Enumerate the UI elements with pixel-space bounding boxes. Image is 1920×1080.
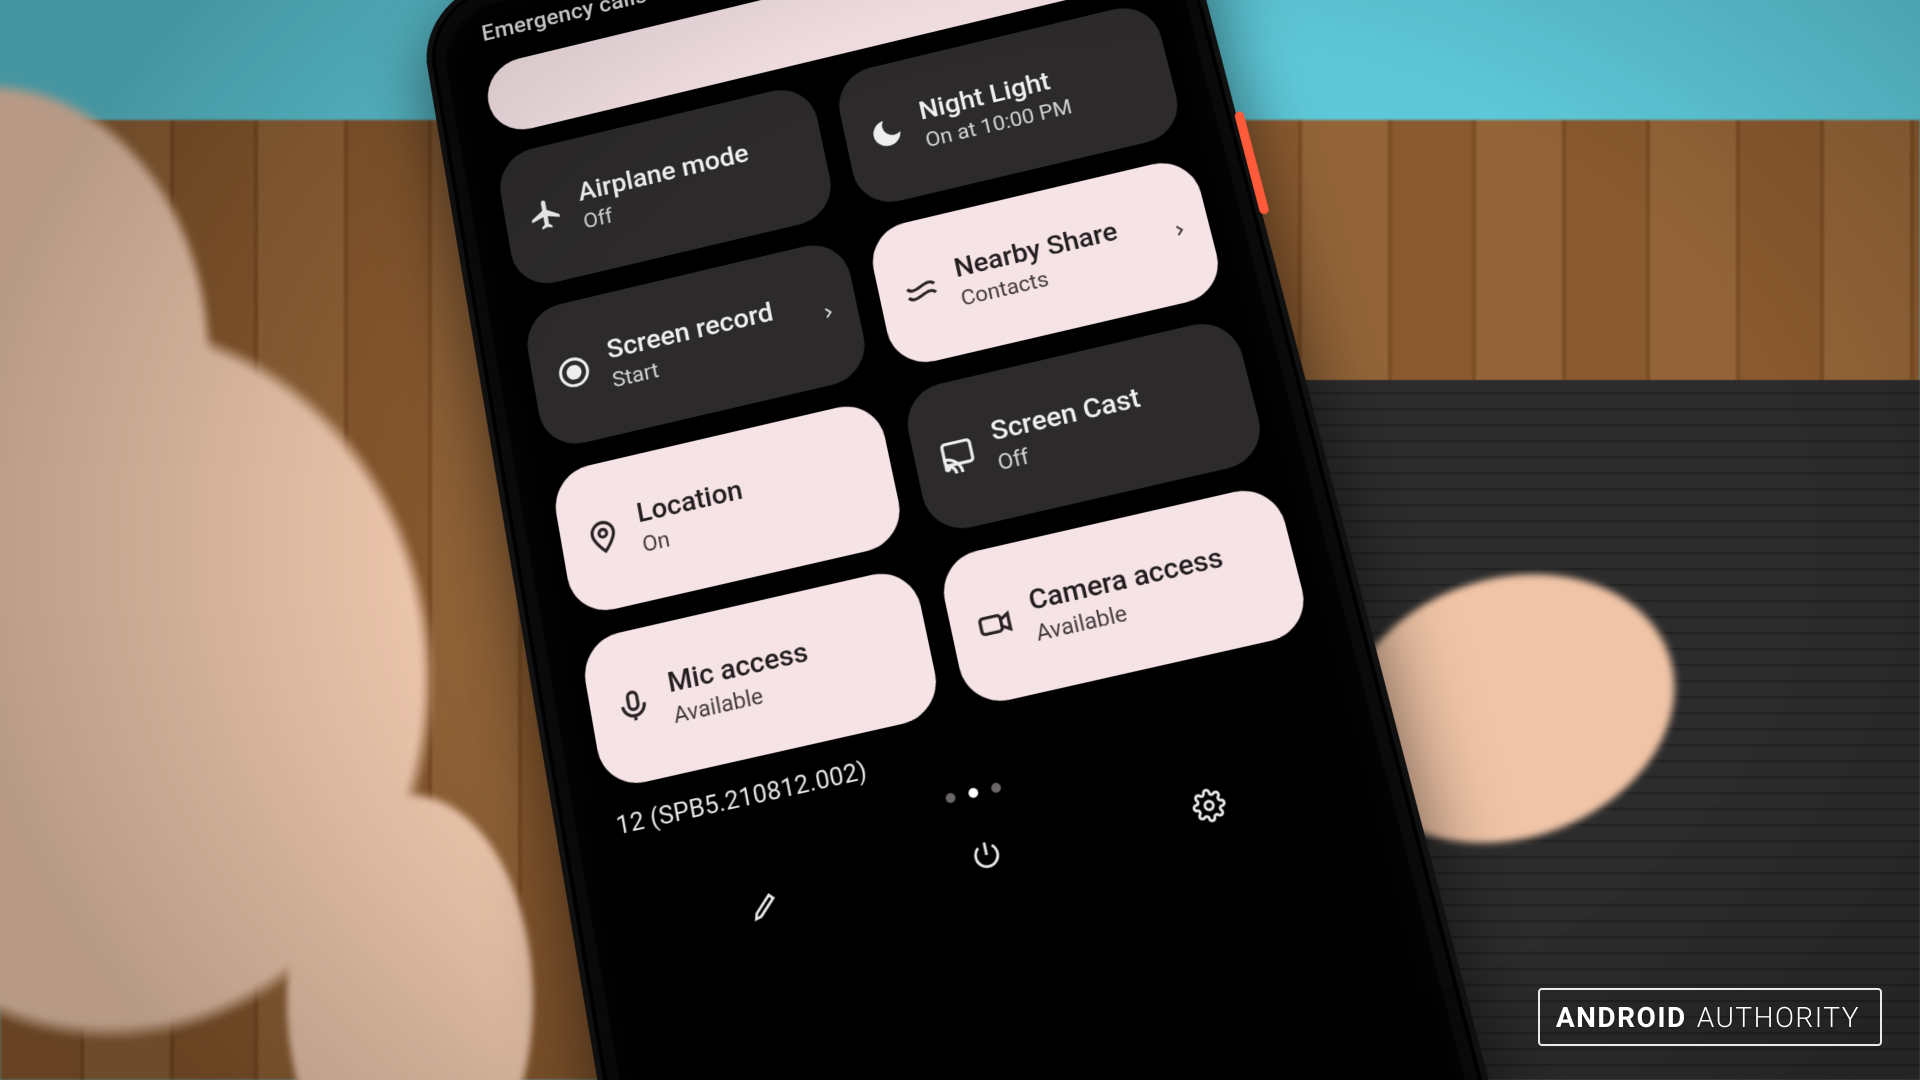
camera-icon <box>972 601 1018 647</box>
nearby-share-icon <box>900 269 944 312</box>
edit-tiles-button[interactable] <box>727 863 806 946</box>
power-button[interactable] <box>1234 111 1270 215</box>
microphone-icon <box>612 684 655 730</box>
settings-button[interactable] <box>1167 764 1251 847</box>
power-menu-button[interactable] <box>946 814 1027 897</box>
chevron-right-icon <box>1168 220 1190 241</box>
moon-icon <box>866 112 909 154</box>
qs-tiles-grid: Airplane mode Off Screen record <box>494 0 1312 791</box>
location-pin-icon <box>582 514 624 558</box>
chevron-right-icon <box>818 302 839 323</box>
cast-icon <box>935 432 979 476</box>
phone-screen: Emergency calls only 1 day, 2 hr <box>438 0 1487 1080</box>
page-dot[interactable] <box>990 782 1002 794</box>
phone-wrapper: Emergency calls only 1 day, 2 hr <box>430 0 1430 1080</box>
page-dot-active[interactable] <box>968 787 980 799</box>
scene-photo: Emergency calls only 1 day, 2 hr <box>0 0 1920 1080</box>
watermark-thin: AUTHORITY <box>1697 1001 1860 1034</box>
phone-body: Emergency calls only 1 day, 2 hr <box>416 0 1524 1080</box>
quick-settings-panel: Emergency calls only 1 day, 2 hr <box>438 0 1487 1080</box>
airplane-icon <box>526 194 567 236</box>
record-icon <box>553 351 595 394</box>
watermark-bold: ANDROID <box>1556 1001 1687 1034</box>
page-dot[interactable] <box>945 792 957 804</box>
watermark-android-authority: ANDROID AUTHORITY <box>1538 988 1882 1046</box>
